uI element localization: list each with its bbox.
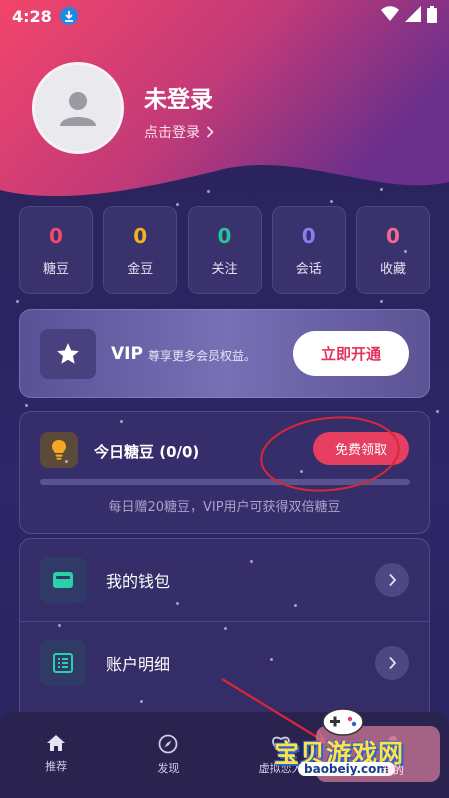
star-dot: [176, 602, 179, 605]
star-dot: [207, 190, 210, 193]
star-dot: [294, 604, 297, 607]
list-icon: [53, 653, 73, 673]
compass-icon: [158, 734, 178, 754]
bulb-badge: [40, 432, 78, 468]
stat-value: 0: [386, 223, 400, 248]
download-icon: [59, 7, 78, 25]
login-link-label: 点击登录: [144, 125, 200, 141]
stat-candy[interactable]: 0 糖豆: [19, 206, 93, 294]
star-dot: [270, 658, 273, 661]
vip-title: VIP: [111, 344, 143, 364]
status-time: 4:28: [12, 6, 52, 26]
stats-row: 0 糖豆 0 金豆 0 关注 0 会话 0 收藏: [19, 206, 430, 294]
wallet-icon: [53, 572, 73, 588]
stat-following[interactable]: 0 关注: [187, 206, 262, 294]
stat-value: 0: [49, 223, 63, 248]
star-dot: [186, 455, 189, 458]
watermark-url: baobeiy.com: [298, 762, 395, 776]
vip-badge: [40, 329, 96, 379]
chevron-right-icon: [206, 126, 214, 138]
menu-item-account-details[interactable]: 账户明细: [20, 622, 429, 704]
tab-recommend[interactable]: 推荐: [16, 734, 96, 774]
star-icon: [57, 343, 79, 364]
menu-icon-box: [40, 640, 86, 686]
login-link[interactable]: 点击登录: [144, 122, 214, 142]
star-dot: [436, 410, 439, 413]
wifi-icon: [381, 6, 399, 26]
candy-progress-track: [40, 479, 410, 485]
tab-label: 推荐: [45, 760, 68, 773]
stat-label: 金豆: [127, 261, 154, 277]
vip-description: 尊享更多会员权益。: [148, 349, 257, 363]
stat-value: 0: [301, 223, 316, 248]
star-dot: [120, 420, 123, 423]
star-dot: [65, 460, 68, 463]
menu-label: 账户明细: [106, 655, 171, 674]
stat-label: 会话: [295, 261, 322, 277]
vip-open-button[interactable]: 立即开通: [293, 331, 409, 376]
watermark-logo: 宝贝游戏网 baobeiy.com 我的: [270, 704, 440, 786]
star-dot: [16, 300, 19, 303]
star-dot: [224, 627, 227, 630]
menu-label: 我的钱包: [106, 572, 171, 591]
user-name: 未登录: [144, 87, 213, 113]
status-bar: 4:28: [0, 0, 449, 32]
stat-conversations[interactable]: 0 会话: [271, 206, 346, 294]
tab-discover[interactable]: 发现: [128, 734, 208, 776]
star-dot: [404, 250, 407, 253]
menu-card: 我的钱包 账户明细: [19, 538, 430, 728]
free-claim-button[interactable]: 免费领取: [313, 432, 409, 465]
battery-icon: [427, 5, 437, 27]
stat-label: 糖豆: [42, 261, 69, 277]
stat-gold[interactable]: 0 金豆: [103, 206, 178, 294]
daily-candy-title: 今日糖豆 (0/0): [94, 443, 200, 461]
daily-candy-card: 今日糖豆 (0/0) 免费领取 每日赠20糖豆，VIP用户可获得双倍糖豆: [19, 411, 430, 534]
star-dot: [140, 700, 143, 703]
star-dot: [300, 470, 303, 473]
home-icon: [47, 735, 66, 751]
tab-label: 发现: [157, 762, 180, 775]
chevron-right-icon: [375, 563, 409, 597]
gamepad-icon: [322, 708, 364, 736]
chevron-right-icon: [375, 646, 409, 680]
menu-icon-box: [40, 557, 86, 603]
star-dot: [330, 200, 333, 203]
stat-favorites[interactable]: 0 收藏: [356, 206, 430, 294]
lightbulb-icon: [52, 440, 66, 460]
daily-candy-note: 每日赠20糖豆，VIP用户可获得双倍糖豆: [108, 500, 341, 515]
star-dot: [380, 300, 383, 303]
star-dot: [58, 624, 61, 627]
menu-item-wallet[interactable]: 我的钱包: [20, 539, 429, 621]
star-dot: [176, 203, 179, 206]
vip-card: VIP 尊享更多会员权益。 立即开通: [19, 309, 430, 398]
star-dot: [250, 560, 253, 563]
stat-label: 收藏: [379, 261, 406, 277]
watermark-tab-label: 我的: [382, 764, 404, 777]
user-placeholder-icon: [60, 92, 96, 126]
stat-label: 关注: [211, 261, 238, 277]
stat-value: 0: [133, 223, 148, 248]
avatar[interactable]: [32, 62, 124, 154]
star-dot: [25, 404, 28, 407]
signal-icon: [405, 6, 421, 26]
stat-value: 0: [217, 223, 232, 248]
star-dot: [380, 188, 383, 191]
